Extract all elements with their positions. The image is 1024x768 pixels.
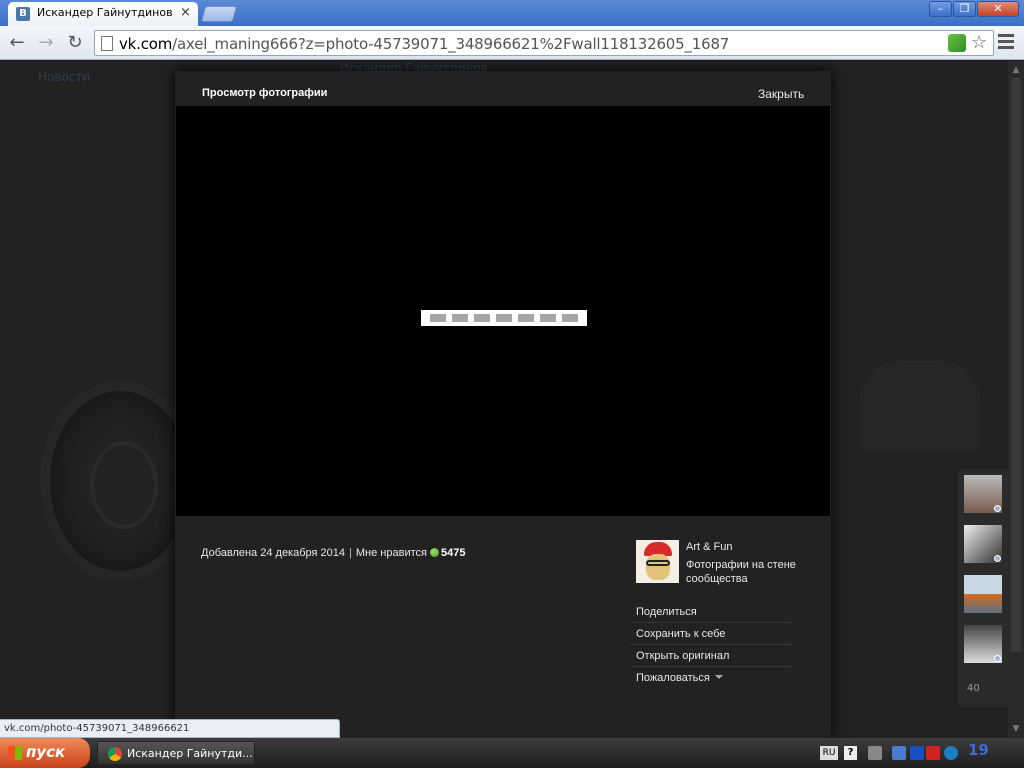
forward-icon[interactable]: → — [34, 31, 58, 55]
extension-icon[interactable] — [948, 34, 966, 52]
chevron-down-icon — [714, 675, 723, 679]
menu-icon[interactable] — [998, 34, 1014, 52]
share-button[interactable]: Поделиться — [631, 601, 791, 623]
language-indicator[interactable]: RU — [820, 746, 838, 760]
photo-actions: Поделиться Сохранить к себе Открыть ориг… — [631, 601, 791, 689]
tab-title: Искандер Гайнутдинов — [37, 6, 173, 19]
owner-avatar[interactable] — [636, 540, 679, 583]
antivirus-icon[interactable] — [926, 746, 940, 760]
photo-viewer-title: Просмотр фотографии — [202, 87, 328, 99]
scroll-thumb[interactable] — [1011, 78, 1021, 652]
scroll-down-icon[interactable]: ▼ — [1008, 721, 1024, 737]
ie-icon[interactable] — [944, 746, 958, 760]
like-heart-icon — [430, 548, 440, 557]
url-path: /axel_maning666?z=photo-45739071_3489666… — [172, 35, 730, 53]
open-original-button[interactable]: Открыть оригинал — [631, 645, 791, 667]
online-dot-icon — [994, 555, 1001, 562]
browser-tab[interactable]: В Искандер Гайнутдинов × — [8, 2, 198, 26]
photo-viewer-close-link[interactable]: Закрыть — [758, 87, 804, 101]
back-icon[interactable]: ← — [5, 31, 29, 55]
online-dot-icon — [994, 655, 1001, 662]
page-icon — [101, 36, 113, 51]
owner-album-link[interactable]: Фотографии на стене сообщества — [686, 558, 816, 586]
address-bar[interactable]: vk.com/axel_maning666?z=photo-45739071_3… — [94, 30, 994, 56]
scroll-up-icon[interactable]: ▲ — [1008, 62, 1024, 78]
likes-label: Мне нравится — [355, 547, 427, 559]
windows-logo-icon — [8, 746, 22, 760]
friend-avatar[interactable] — [964, 475, 1002, 513]
like-button[interactable]: Мне нравится 5475 — [356, 547, 466, 559]
added-date: Добавлена 24 декабря 2014 — [201, 547, 346, 559]
start-button[interactable]: пуск — [0, 738, 90, 768]
save-to-me-button[interactable]: Сохранить к себе — [631, 623, 791, 645]
star-icon[interactable]: ☆ — [971, 32, 987, 53]
online-dot-icon — [994, 505, 1001, 512]
start-label: пуск — [26, 743, 66, 761]
friends-count[interactable]: 40 — [967, 683, 980, 694]
friend-avatar[interactable] — [964, 625, 1002, 663]
loading-indicator — [421, 310, 587, 326]
browser-titlebar: В Искандер Гайнутдинов × – ❐ ✕ — [0, 0, 1024, 26]
photo-area[interactable] — [176, 106, 830, 516]
browser-statusbar: vk.com/photo-45739071_348966621 — [0, 719, 340, 738]
tab-close-icon[interactable]: × — [180, 5, 191, 20]
taskbar: пуск Искандер Гайнутди... RU ? 19 — [0, 738, 1024, 768]
new-tab-button[interactable] — [200, 6, 238, 22]
browser-toolbar: ← → ↻ vk.com/axel_maning666?z=photo-4573… — [0, 26, 1024, 60]
friend-avatar[interactable] — [964, 575, 1002, 613]
window-close-button[interactable]: ✕ — [977, 1, 1019, 17]
photo-viewer: Просмотр фотографии Закрыть Добавлена 24… — [175, 71, 831, 738]
friend-avatar[interactable] — [964, 525, 1002, 563]
bg-news-link: Новости — [38, 70, 91, 84]
friends-online-sidebar: 40 — [958, 469, 1008, 707]
bg-car-body — [860, 361, 980, 451]
taskbar-item-label: Искандер Гайнутди... — [127, 747, 253, 760]
clock[interactable]: 19 — [968, 741, 989, 759]
reload-icon[interactable]: ↻ — [63, 31, 87, 55]
report-label: Пожаловаться — [636, 672, 710, 684]
tray-arrow-icon[interactable] — [868, 746, 882, 760]
photo-info: Добавлена 24 декабря 2014 | Мне нравится 5… — [201, 547, 466, 559]
url-text[interactable]: vk.com/axel_maning666?z=photo-45739071_3… — [119, 35, 729, 53]
help-icon[interactable]: ? — [844, 746, 857, 760]
vk-favicon-icon: В — [16, 7, 30, 21]
taskbar-item-chrome[interactable]: Искандер Гайнутди... — [97, 741, 255, 765]
report-button[interactable]: Пожаловаться — [631, 667, 791, 689]
maximize-button[interactable]: ❐ — [953, 1, 976, 17]
photo-viewer-header: Просмотр фотографии Закрыть — [175, 71, 831, 106]
url-host: vk.com — [119, 35, 173, 53]
info-separator: | — [349, 547, 352, 559]
system-tray: RU ? 19 — [818, 738, 1024, 768]
status-url: vk.com/photo-45739071_348966621 — [4, 723, 190, 734]
minimize-button[interactable]: – — [929, 1, 952, 17]
chrome-icon — [108, 747, 122, 761]
likes-count: 5475 — [441, 547, 466, 559]
network-icon[interactable] — [892, 746, 906, 760]
owner-name-link[interactable]: Art & Fun — [686, 541, 732, 553]
display-icon[interactable] — [910, 746, 924, 760]
